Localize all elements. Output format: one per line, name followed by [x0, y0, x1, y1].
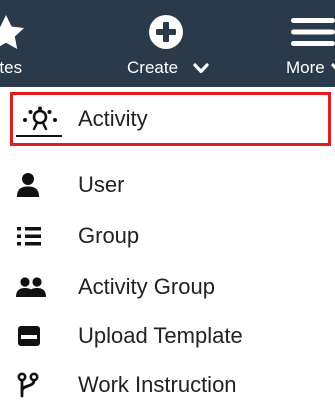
menu-item-label: Group: [78, 223, 140, 248]
activity-icon: [16, 106, 57, 132]
menu-item-label: Activity: [78, 106, 148, 131]
list-icon: [16, 223, 46, 249]
nav-more[interactable]: More: [276, 0, 335, 87]
user-icon: [16, 172, 46, 198]
activity-icon-underline: [16, 135, 62, 137]
chevron-down-icon: [331, 63, 335, 75]
top-nav-bar: vorites Create: [0, 0, 335, 87]
menu-item-label: User: [78, 172, 125, 197]
users-icon: [16, 274, 46, 300]
nav-create[interactable]: Create: [110, 0, 220, 87]
plus-circle-icon: [148, 14, 184, 50]
menu-item-upload-template[interactable]: Upload Template: [10, 309, 331, 363]
menu-item-label: Work Instruction: [78, 372, 237, 397]
nav-favorites[interactable]: vorites: [0, 0, 70, 87]
nav-favorites-label: vorites: [0, 58, 23, 77]
menu-item-user[interactable]: User: [10, 158, 331, 212]
menu-item-group[interactable]: Group: [10, 209, 331, 263]
star-icon: [0, 14, 40, 50]
menu-item-activity-group[interactable]: Activity Group: [10, 260, 331, 314]
chevron-down-icon: [193, 63, 209, 75]
nav-more-label: More: [286, 58, 325, 77]
menu-item-work-instruction[interactable]: Work Instruction: [10, 358, 331, 400]
template-icon: [16, 323, 46, 349]
menu-item-label: Activity Group: [78, 274, 215, 299]
branch-icon: [16, 372, 46, 398]
menu-item-label: Upload Template: [78, 323, 243, 348]
menu-item-activity[interactable]: Activity: [10, 92, 331, 146]
hamburger-icon: [291, 14, 335, 50]
create-menu-screen: vorites Create: [0, 0, 335, 400]
nav-create-label: Create: [127, 58, 179, 77]
create-dropdown-menu: Activity User Group Activity Group Uploa…: [0, 87, 335, 400]
